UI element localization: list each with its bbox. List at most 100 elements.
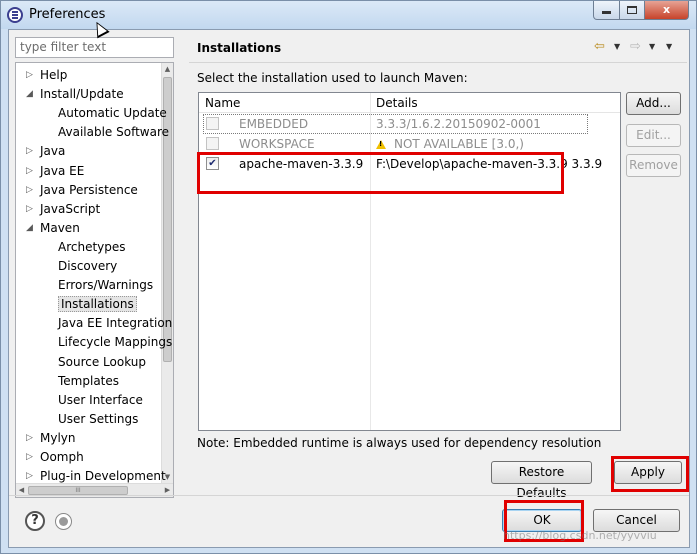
sidebar-item-maven[interactable]: Maven [40, 219, 80, 238]
tree-expand-arrow-icon[interactable]: ▷ [26, 142, 36, 161]
tree-expand-arrow-icon[interactable]: ▷ [26, 181, 36, 200]
sidebar-item-user-settings[interactable]: User Settings [58, 410, 138, 429]
sidebar-item-label: Archetypes [58, 239, 126, 254]
sidebar-item-java-ee[interactable]: Java EE [40, 162, 84, 181]
tree-collapse-arrow-icon[interactable]: ◢ [26, 85, 36, 104]
column-header-name[interactable]: Name [205, 96, 240, 110]
sidebar-item-mylyn[interactable]: Mylyn [40, 429, 76, 448]
minimize-icon [602, 11, 611, 14]
dialog-client-area: type filter text ▲ ▼ ◀ III ▶ ▷ Help ◢ Insta… [8, 29, 690, 548]
sidebar-item-label: Maven [40, 220, 80, 235]
embedded-runtime-note: Note: Embedded runtime is always used fo… [197, 436, 602, 450]
table-header: Name Details [199, 93, 620, 113]
row-name: apache-maven-3.3.9 [239, 157, 364, 171]
tree-expand-arrow-icon[interactable]: ▷ [26, 448, 36, 467]
sidebar-item-java-persistence[interactable]: Java Persistence [40, 181, 138, 200]
forward-arrow-icon[interactable]: ⇨ [630, 39, 641, 55]
table-row-workspace[interactable]: WORKSPACE NOT AVAILABLE [3.0,) [199, 134, 620, 154]
sidebar-item-help[interactable]: Help [40, 66, 67, 85]
row-details: NOT AVAILABLE [3.0,) [394, 137, 524, 151]
page-title: Installations [197, 41, 282, 55]
sidebar-item-javascript[interactable]: JavaScript [40, 200, 100, 219]
sidebar-item-label: Help [40, 68, 68, 82]
scroll-thumb-horizontal[interactable]: III [28, 486, 128, 495]
installations-table[interactable]: Name Details EMBEDDED 3.3.3/1.6.2.201509… [198, 92, 621, 431]
watermark-text: https://blog.csdn.net/yyvviu [503, 529, 657, 542]
row-name: WORKSPACE [239, 137, 315, 151]
sidebar-item-lifecycle-mappings[interactable]: Lifecycle Mappings [58, 333, 172, 352]
tree-collapse-arrow-icon[interactable]: ◢ [26, 219, 36, 238]
help-icon[interactable]: ? [25, 511, 45, 531]
row-name: EMBEDDED [239, 117, 309, 131]
sidebar-item-discovery[interactable]: Discovery [58, 257, 117, 276]
add-button[interactable]: Add... [626, 92, 681, 115]
sidebar-item-label: Automatic Update [58, 106, 167, 121]
back-arrow-icon[interactable]: ⇦ [594, 39, 605, 55]
header-divider [189, 62, 687, 63]
sidebar-item-label: Templates [58, 373, 120, 388]
remove-button[interactable]: Remove [626, 154, 681, 177]
row-checkbox-checked[interactable]: ✔ [206, 157, 219, 170]
select-installation-label: Select the installation used to launch M… [197, 71, 468, 85]
sidebar-item-available-software[interactable]: Available Software [58, 123, 169, 142]
sidebar-item-label: Source Lookup [58, 354, 146, 369]
sidebar-item-templates[interactable]: Templates [58, 372, 119, 391]
scroll-up-icon[interactable]: ▲ [162, 63, 173, 76]
sidebar-item-oomph[interactable]: Oomph [40, 448, 84, 467]
tree-expand-arrow-icon[interactable]: ▷ [26, 200, 36, 219]
sidebar-item-archetypes[interactable]: Archetypes [58, 238, 126, 257]
apply-button[interactable]: Apply [614, 461, 682, 484]
sidebar-item-label: Mylyn [40, 430, 76, 445]
close-button[interactable]: x [644, 1, 689, 20]
column-header-details[interactable]: Details [376, 96, 418, 110]
preference-tree[interactable]: ▲ ▼ ◀ III ▶ ▷ Help ◢ Install/Update Automati… [15, 62, 174, 498]
preferences-window: Preferences x type filter text ▲ ▼ ◀ III… [0, 0, 697, 554]
sidebar-item-installations[interactable]: Installations [58, 295, 137, 314]
sidebar-item-plug-in-development[interactable]: Plug-in Development [40, 467, 166, 486]
sidebar-item-label: Install/Update [40, 87, 124, 102]
maximize-button[interactable] [619, 1, 645, 20]
sidebar-item-label: Java EE Integration [58, 316, 173, 331]
filter-input[interactable]: type filter text [15, 37, 174, 58]
sidebar-item-java[interactable]: Java [40, 142, 65, 161]
row-details: F:\Develop\apache-maven-3.3.9 3.3.9 [376, 157, 603, 171]
minimize-button[interactable] [593, 1, 620, 20]
sidebar-item-label: Available Software [58, 125, 170, 140]
back-menu-chevron-down-icon[interactable]: ▼ [614, 39, 620, 55]
footer-divider [9, 495, 689, 496]
macro-record-icon[interactable] [55, 513, 72, 530]
sidebar-item-user-interface[interactable]: User Interface [58, 391, 143, 410]
sidebar-item-label: Java [40, 144, 66, 159]
sidebar-item-source-lookup[interactable]: Source Lookup [58, 353, 146, 372]
edit-button[interactable]: Edit... [626, 124, 681, 147]
sidebar-item-label: User Interface [58, 392, 143, 407]
tree-expand-arrow-icon[interactable]: ▷ [26, 162, 36, 181]
sidebar-item-label: Installations [58, 296, 137, 313]
sidebar-item-errors-warnings[interactable]: Errors/Warnings [58, 276, 153, 295]
warning-icon [376, 140, 386, 149]
sidebar-item-java-ee-integration[interactable]: Java EE Integration [58, 314, 172, 333]
tree-expand-arrow-icon[interactable]: ▷ [26, 429, 36, 448]
sidebar-item-label: User Settings [58, 411, 139, 426]
sidebar-item-label: JavaScript [40, 201, 101, 216]
view-menu-chevron-down-icon[interactable]: ▼ [666, 39, 672, 55]
sidebar-item-automatic-update[interactable]: Automatic Update [58, 104, 167, 123]
row-details-wrapper: NOT AVAILABLE [3.0,) [376, 137, 524, 151]
sidebar-item-label: Discovery [58, 259, 118, 273]
tree-expand-arrow-icon[interactable]: ▷ [26, 66, 36, 85]
sidebar-item-label: Lifecycle Mappings [58, 335, 173, 350]
table-row-apache-maven[interactable]: ✔ apache-maven-3.3.9 F:\Develop\apache-m… [199, 154, 620, 174]
sidebar-item-label: Java Persistence [40, 182, 138, 197]
sidebar-item-install-update[interactable]: Install/Update [40, 85, 124, 104]
maximize-icon [627, 6, 637, 14]
tree-expand-arrow-icon[interactable]: ▷ [26, 467, 36, 486]
table-row-embedded[interactable]: EMBEDDED 3.3.3/1.6.2.20150902-0001 [203, 114, 588, 134]
forward-menu-chevron-down-icon[interactable]: ▼ [649, 39, 655, 55]
sidebar-item-label: Plug-in Development [40, 469, 166, 484]
sidebar-item-label: Java EE [40, 163, 85, 178]
row-checkbox[interactable] [206, 117, 219, 130]
restore-defaults-button[interactable]: Restore Defaults [491, 461, 592, 500]
sidebar-item-label: Oomph [40, 450, 84, 464]
row-checkbox[interactable] [206, 137, 219, 150]
window-title: Preferences [29, 7, 106, 22]
